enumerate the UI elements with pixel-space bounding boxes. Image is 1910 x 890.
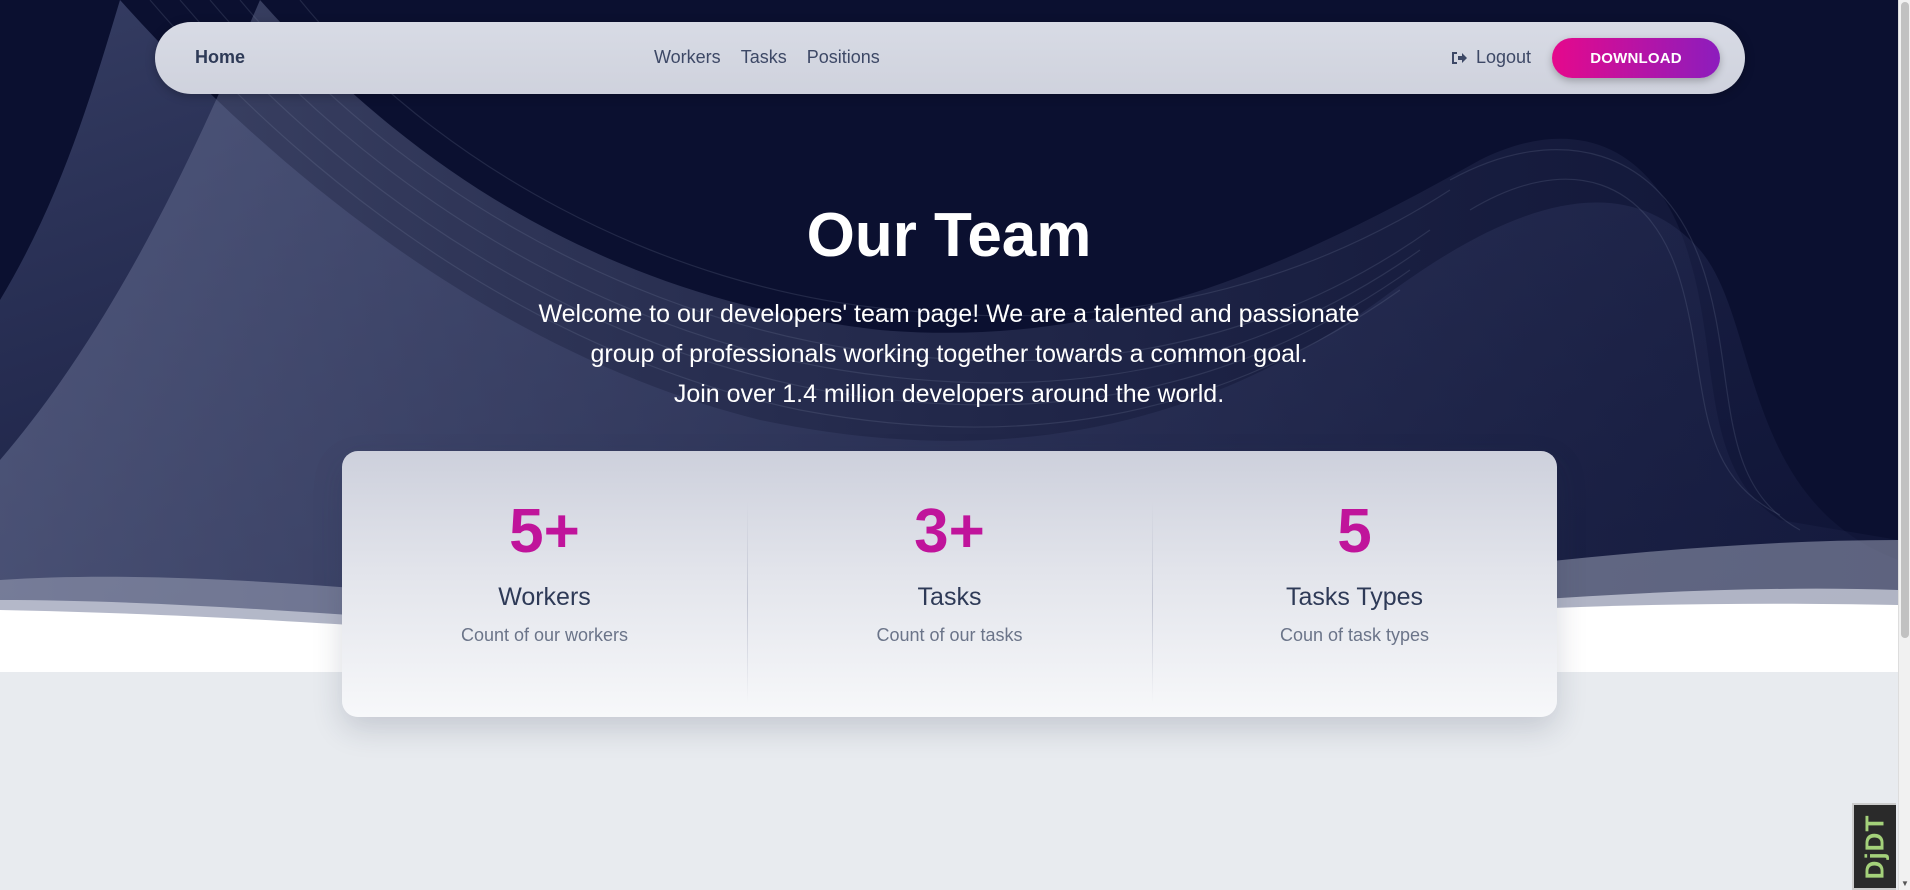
stats-card: 5+ Workers Count of our workers 3+ Tasks… (342, 451, 1557, 717)
stat-value: 5+ (509, 497, 580, 566)
stat-description: Count of our tasks (876, 625, 1023, 645)
stat-label: Tasks (917, 583, 982, 611)
stat-description: Count of our workers (460, 625, 629, 645)
logout-link[interactable]: Logout (1450, 47, 1531, 68)
hero-description: Welcome to our developers' team page! We… (500, 294, 1398, 414)
debug-toolbar-label: DjDT (1859, 814, 1890, 879)
stat-value: 3+ (914, 497, 985, 566)
stat-workers: 5+ Workers Count of our workers (342, 451, 747, 717)
scroll-down-arrow-icon[interactable]: ▼ (1901, 879, 1909, 888)
hero-text-line: group of professionals working together … (590, 340, 1308, 368)
scrollbar-thumb[interactable] (1901, 2, 1909, 638)
hero-text-line: Join over 1.4 million developers around … (673, 380, 1225, 408)
stat-label: Tasks Types (1285, 583, 1424, 611)
stat-value: 5 (1337, 497, 1372, 566)
nav-link-tasks[interactable]: Tasks (741, 47, 787, 68)
nav-links: Workers Tasks Positions (654, 47, 880, 68)
stat-task-types: 5 Tasks Types Coun of task types (1152, 451, 1557, 717)
hero-text-line: Welcome to our developers' team page! We… (538, 300, 1360, 328)
nav-link-positions[interactable]: Positions (807, 47, 880, 68)
nav-link-workers[interactable]: Workers (654, 47, 721, 68)
logout-label: Logout (1476, 47, 1532, 67)
sign-out-icon (1450, 50, 1468, 66)
page-title: Our Team (806, 201, 1092, 270)
stat-label: Workers (498, 583, 591, 611)
django-debug-toolbar-handle[interactable]: DjDT (1852, 803, 1896, 890)
top-navbar: Home Workers Tasks Positions Logout DOWN… (155, 22, 1745, 94)
page-viewport: Home Workers Tasks Positions Logout DOWN… (0, 0, 1898, 890)
download-button[interactable]: DOWNLOAD (1552, 38, 1720, 78)
stat-tasks: 3+ Tasks Count of our tasks (747, 451, 1152, 717)
stat-description: Coun of task types (1279, 625, 1430, 645)
nav-home-link[interactable]: Home (195, 47, 245, 68)
vertical-scrollbar[interactable]: ▼ (1898, 0, 1910, 890)
